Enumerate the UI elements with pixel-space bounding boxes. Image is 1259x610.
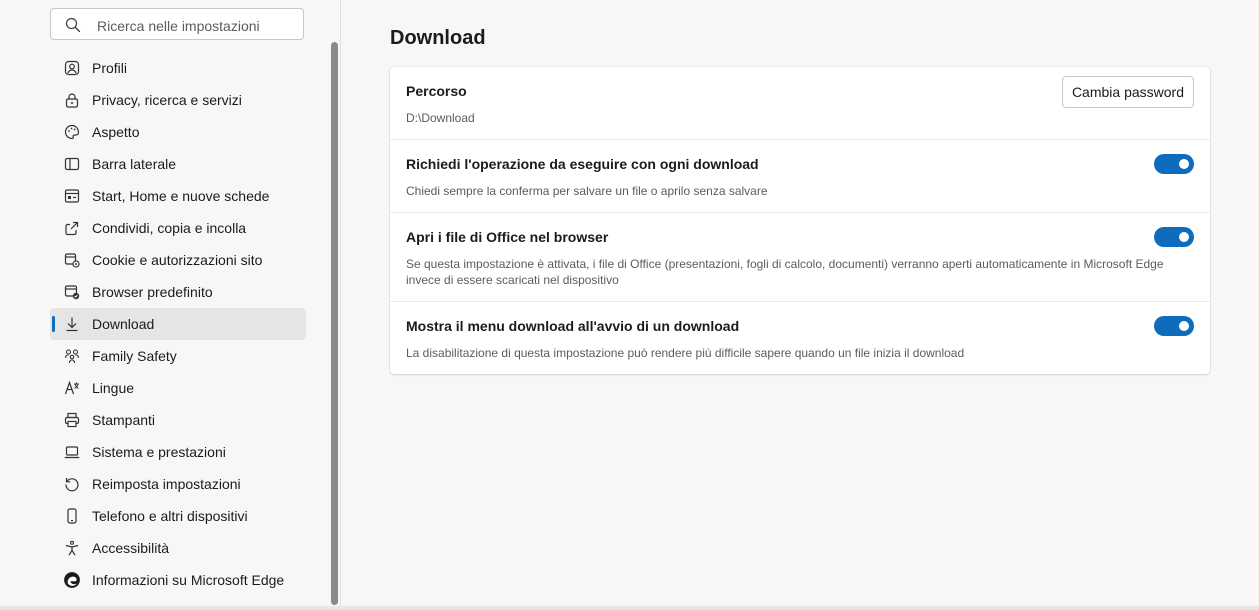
toggle-knob [1179, 232, 1189, 242]
default-browser-icon [63, 283, 81, 301]
page-title: Download [390, 27, 486, 49]
family-icon [63, 347, 81, 365]
sidebar-item-label: Family Safety [92, 348, 177, 364]
setting-description: Se questa impostazione è attivata, i fil… [406, 257, 1164, 287]
edge-logo-icon [63, 571, 81, 589]
search-input[interactable] [95, 15, 299, 37]
sidebar-item-sistema[interactable]: Sistema e prestazioni [50, 436, 306, 468]
sidebar-item-informazioni[interactable]: Informazioni su Microsoft Edge [50, 564, 306, 596]
sidebar-item-browser-predefinito[interactable]: Browser predefinito [50, 276, 306, 308]
sidebar-item-label: Download [92, 316, 155, 332]
home-tabs-icon [63, 187, 81, 205]
sidebar-item-telefono[interactable]: Telefono e altri dispositivi [50, 500, 306, 532]
sidebar-item-label: Informazioni su Microsoft Edge [92, 572, 285, 588]
setting-title: Richiedi l'operazione da eseguire con og… [406, 156, 759, 172]
laptop-icon [63, 443, 81, 461]
sidebar-item-condividi[interactable]: Condividi, copia e incolla [50, 212, 306, 244]
window-bottom-border [0, 606, 1259, 610]
profile-icon [63, 59, 81, 77]
sidebar-item-cookie[interactable]: Cookie e autorizzazioni sito [50, 244, 306, 276]
sidebar-item-reimposta[interactable]: Reimposta impostazioni [50, 468, 306, 500]
downloads-menu-toggle[interactable] [1154, 316, 1194, 336]
language-icon [63, 379, 81, 397]
download-icon [63, 315, 81, 333]
phone-icon [63, 507, 81, 525]
sidebar-item-label: Condividi, copia e incolla [92, 220, 247, 236]
sidebar-item-stampanti[interactable]: Stampanti [50, 404, 306, 436]
setting-title: Apri i file di Office nel browser [406, 229, 609, 245]
accessibility-icon [63, 539, 81, 557]
printer-icon [63, 411, 81, 429]
sidebar-item-label: Aspetto [92, 124, 140, 140]
palette-icon [63, 123, 81, 141]
change-location-button[interactable]: Cambia password [1061, 76, 1194, 108]
location-row: Percorso D:\Download Cambia password [390, 67, 1210, 140]
sidebar-item-label: Reimposta impostazioni [92, 476, 241, 492]
sidebar-nav: Profili Privacy, ricerca e servizi Aspet… [50, 52, 306, 596]
sidebar-item-label: Barra laterale [92, 156, 177, 172]
sidebar-item-family-safety[interactable]: Family Safety [50, 340, 306, 372]
sidebar-item-barra-laterale[interactable]: Barra laterale [50, 148, 306, 180]
sidebar-item-label: Start, Home e nuove schede [92, 188, 270, 204]
ask-action-toggle[interactable] [1154, 154, 1194, 174]
toggle-knob [1179, 159, 1189, 169]
toggle-knob [1179, 321, 1189, 331]
sidebar-item-label: Privacy, ricerca e servizi [92, 92, 242, 108]
sidebar-item-label: Stampanti [92, 412, 156, 428]
setting-row-office-files: Apri i file di Office nel browser Se que… [390, 213, 1210, 302]
sidebar-item-label: Profili [92, 60, 128, 76]
sidebar-item-label: Browser predefinito [92, 284, 213, 300]
location-title: Percorso [406, 83, 467, 99]
sidebar-item-start-home[interactable]: Start, Home e nuove schede [50, 180, 306, 212]
setting-title: Mostra il menu download all'avvio di un … [406, 318, 740, 334]
sidebar-item-download[interactable]: Download [50, 308, 306, 340]
download-settings-card: Percorso D:\Download Cambia password Ric… [390, 67, 1210, 374]
sidebar-scrollbar[interactable] [331, 42, 338, 605]
sidebar-item-privacy[interactable]: Privacy, ricerca e servizi [50, 84, 306, 116]
sidebar-item-label: Lingue [92, 380, 135, 396]
sidebar-item-label: Sistema e prestazioni [92, 444, 226, 460]
search-icon [65, 17, 81, 33]
search-box[interactable] [50, 8, 304, 40]
sidebar-item-label: Accessibilità [92, 540, 170, 556]
settings-sidebar: Profili Privacy, ricerca e servizi Aspet… [0, 0, 341, 606]
setting-description: Chiedi sempre la conferma per salvare un… [406, 184, 768, 198]
setting-description: La disabilitazione di questa impostazion… [406, 346, 965, 360]
sidebar-icon [63, 155, 81, 173]
share-icon [63, 219, 81, 237]
location-path: D:\Download [406, 111, 475, 125]
sidebar-item-lingue[interactable]: Lingue [50, 372, 306, 404]
reset-icon [63, 475, 81, 493]
sidebar-item-label: Telefono e altri dispositivi [92, 508, 248, 524]
setting-row-downloads-menu: Mostra il menu download all'avvio di un … [390, 302, 1210, 374]
cookie-icon [63, 251, 81, 269]
sidebar-item-label: Cookie e autorizzazioni sito [92, 252, 263, 268]
lock-icon [63, 91, 81, 109]
setting-row-ask-action: Richiedi l'operazione da eseguire con og… [390, 140, 1210, 213]
sidebar-item-profili[interactable]: Profili [50, 52, 306, 84]
sidebar-item-accessibilita[interactable]: Accessibilità [50, 532, 306, 564]
sidebar-item-aspetto[interactable]: Aspetto [50, 116, 306, 148]
office-files-toggle[interactable] [1154, 227, 1194, 247]
